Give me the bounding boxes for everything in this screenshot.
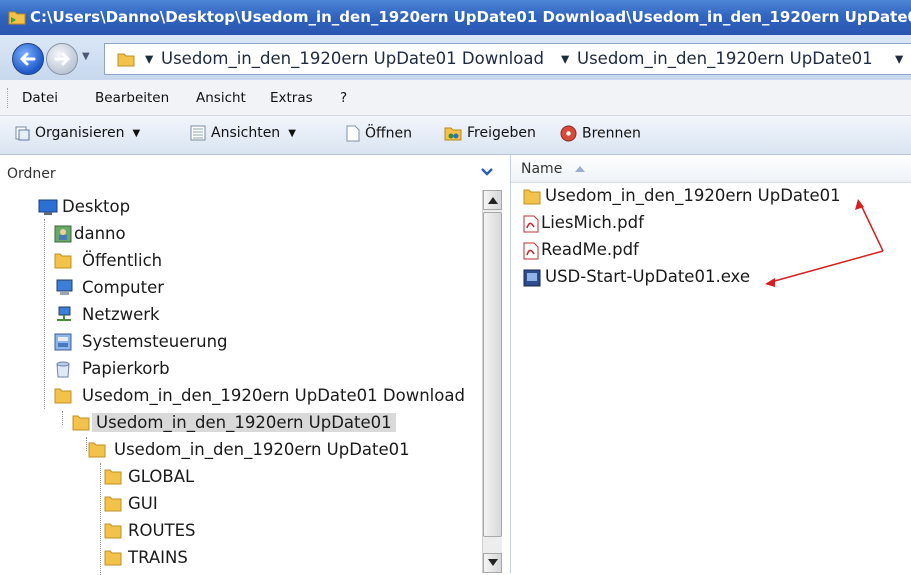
- chevron-down-icon[interactable]: [480, 166, 494, 178]
- history-dropdown-icon[interactable]: ▼: [82, 51, 90, 62]
- burn-button[interactable]: Brennen: [560, 125, 641, 147]
- tree-item-label: Computer: [82, 278, 165, 297]
- tree-item-label: GLOBAL: [128, 467, 195, 486]
- command-bar: Organisieren ▼ Ansichten ▼ Öffnen Freigebe…: [0, 116, 911, 155]
- arrow-left-icon: [19, 52, 36, 66]
- tree-item-label: ROUTES: [128, 521, 196, 540]
- organize-button[interactable]: Organisieren ▼: [14, 125, 140, 147]
- exe-icon: [523, 269, 541, 287]
- tree-item-label: GUI: [128, 494, 158, 513]
- tree-item-label: Usedom_in_den_1920ern UpDate01: [92, 413, 396, 432]
- folder-icon: [104, 496, 122, 512]
- tree-connector: [100, 463, 101, 575]
- folder-icon: [523, 189, 541, 205]
- scroll-up-button[interactable]: [483, 190, 502, 210]
- desktop-icon: [38, 199, 58, 215]
- folder-icon: [54, 388, 72, 404]
- tree-connector: [44, 219, 45, 409]
- folder-icon: [54, 253, 72, 269]
- folder-tree-pane: Ordner Desktop danno Öffentlich Computer…: [0, 155, 511, 575]
- arrow-up-icon: [488, 197, 498, 204]
- file-item-label: LiesMich.pdf: [541, 213, 644, 232]
- folder-icon: [104, 523, 122, 539]
- sort-ascending-icon: [575, 166, 585, 172]
- pdf-icon: [523, 242, 539, 260]
- breadcrumb-separator-icon[interactable]: ▾: [145, 49, 153, 68]
- scroll-thumb[interactable]: [483, 212, 502, 537]
- folder-icon: [104, 550, 122, 566]
- organize-label: Organisieren: [35, 125, 125, 141]
- views-button[interactable]: Ansichten ▼: [190, 125, 296, 147]
- column-header-name[interactable]: Name: [511, 155, 911, 183]
- computer-icon: [56, 279, 73, 295]
- folder-icon: [117, 53, 135, 67]
- folder-icon: [104, 469, 122, 485]
- tree-scrollbar[interactable]: [482, 190, 502, 573]
- address-bar-region: ▼ ▾ Usedom_in_den_1920ern UpDate01 Downl…: [0, 35, 911, 80]
- arrow-right-icon: [54, 52, 71, 66]
- burn-disc-icon: [560, 125, 577, 142]
- open-button[interactable]: Öffnen: [346, 125, 412, 147]
- menu-ansicht[interactable]: Ansicht: [196, 90, 246, 106]
- arrow-down-icon: [488, 559, 498, 566]
- share-label: Freigeben: [467, 125, 536, 141]
- back-button[interactable]: [12, 43, 44, 75]
- tree-connector: [86, 437, 87, 451]
- breadcrumb-download[interactable]: Usedom_in_den_1920ern UpDate01 Download: [161, 49, 544, 68]
- chevron-down-icon: ▼: [132, 127, 141, 139]
- address-box[interactable]: ▾ Usedom_in_den_1920ern UpDate01 Downloa…: [104, 43, 911, 75]
- share-icon: [444, 127, 462, 141]
- file-list-pane: Name Usedom_in_den_1920ern UpDate01 Lies…: [511, 155, 911, 573]
- tree-item-label: Desktop: [62, 197, 131, 216]
- open-label: Öffnen: [365, 125, 413, 142]
- recycle-bin-icon: [56, 361, 70, 378]
- menu-help[interactable]: ?: [340, 90, 347, 106]
- menu-datei[interactable]: Datei: [22, 90, 58, 106]
- file-item-label: ReadMe.pdf: [541, 240, 639, 259]
- file-item-label: USD-Start-UpDate01.exe: [545, 267, 750, 286]
- tree-item-label: Usedom_in_den_1920ern UpDate01: [114, 440, 410, 459]
- folder-icon: [88, 442, 106, 458]
- menu-bar: Datei Bearbeiten Ansicht Extras ?: [0, 80, 911, 116]
- tree-item-label: Netzwerk: [82, 305, 160, 324]
- tree-item-label: Öffentlich: [82, 251, 163, 270]
- document-icon: [346, 125, 360, 142]
- tree-connector: [62, 411, 63, 425]
- user-icon: [54, 225, 72, 243]
- organize-icon: [15, 126, 30, 141]
- folder-icon: [72, 415, 90, 431]
- menu-extras[interactable]: Extras: [270, 90, 313, 106]
- scroll-down-button[interactable]: [483, 553, 502, 573]
- folder-pane-header[interactable]: Ordner: [0, 155, 508, 191]
- share-button[interactable]: Freigeben: [444, 125, 536, 147]
- tree-item-label: danno: [74, 224, 126, 243]
- folder-icon: [8, 11, 26, 25]
- burn-label: Brennen: [582, 125, 641, 142]
- title-bar[interactable]: C:\Users\Danno\Desktop\Usedom_in_den_192…: [0, 0, 911, 35]
- network-icon: [57, 306, 71, 321]
- control-panel-icon: [54, 333, 72, 351]
- tree-item-label: Usedom_in_den_1920ern UpDate01 Download: [82, 386, 465, 405]
- file-item-label: Usedom_in_den_1920ern UpDate01: [545, 186, 841, 205]
- column-name-label: Name: [521, 161, 563, 177]
- views-icon: [190, 125, 206, 141]
- folder-pane-title: Ordner: [7, 166, 56, 182]
- breadcrumb-separator-icon[interactable]: ▾: [895, 49, 903, 68]
- tree-item-label: Papierkorb: [82, 359, 170, 378]
- breadcrumb-separator-icon[interactable]: ▾: [561, 49, 569, 68]
- chevron-down-icon: ▼: [288, 127, 296, 139]
- forward-button[interactable]: [46, 43, 78, 75]
- menu-grip: [7, 88, 10, 108]
- tree-item-label: Systemsteuerung: [82, 332, 228, 351]
- tree-item-label: TRAINS: [128, 548, 188, 567]
- window-title: C:\Users\Danno\Desktop\Usedom_in_den_192…: [30, 8, 911, 26]
- pdf-icon: [523, 215, 539, 233]
- views-label: Ansichten: [211, 125, 281, 141]
- breadcrumb-update[interactable]: Usedom_in_den_1920ern UpDate01: [577, 49, 873, 68]
- menu-bearbeiten[interactable]: Bearbeiten: [95, 90, 169, 106]
